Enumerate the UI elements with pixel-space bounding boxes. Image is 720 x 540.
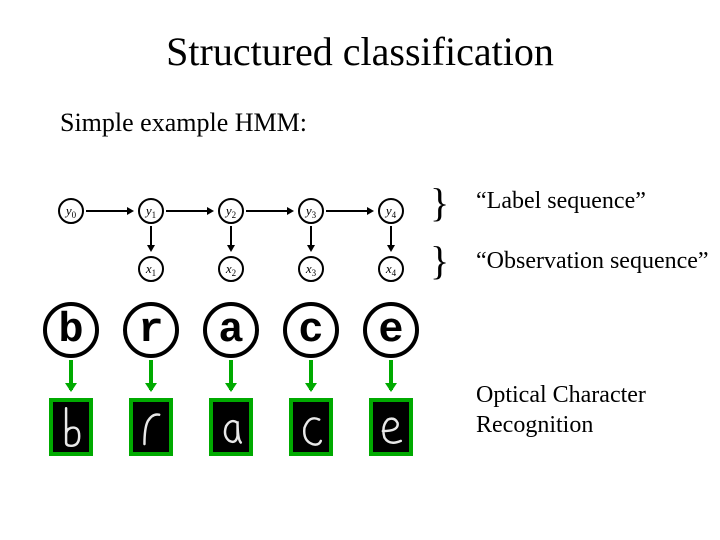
annotation-observation-sequence: “Observation sequence” [476, 248, 709, 275]
node-x4: x4 [378, 256, 404, 282]
node-y0: y0 [58, 198, 84, 224]
letter-r: r [123, 302, 179, 358]
letter-c: c [283, 302, 339, 358]
edge-y2-x2 [230, 226, 232, 250]
glyph-b [49, 398, 93, 456]
arrow-e-glyph [389, 360, 393, 390]
edge-y1-y2 [166, 210, 212, 212]
edge-y3-x3 [310, 226, 312, 250]
letter-a: a [203, 302, 259, 358]
caption-ocr: Optical Character Recognition [476, 380, 646, 440]
edge-y1-x1 [150, 226, 152, 250]
caption-ocr-line1: Optical Character [476, 380, 646, 410]
edge-y2-y3 [246, 210, 292, 212]
letter-e: e [363, 302, 419, 358]
edge-y0-y1 [86, 210, 132, 212]
brace-obs: } [430, 246, 449, 276]
page-title: Structured classification [0, 28, 720, 75]
arrow-a-glyph [229, 360, 233, 390]
glyph-r [129, 398, 173, 456]
edge-y4-x4 [390, 226, 392, 250]
node-y1: y1 [138, 198, 164, 224]
node-x1: x1 [138, 256, 164, 282]
edge-y3-y4 [326, 210, 372, 212]
arrow-c-glyph [309, 360, 313, 390]
node-y4: y4 [378, 198, 404, 224]
node-y2: y2 [218, 198, 244, 224]
glyph-e [369, 398, 413, 456]
node-y3: y3 [298, 198, 324, 224]
subtitle: Simple example HMM: [60, 108, 307, 138]
glyph-a [209, 398, 253, 456]
caption-ocr-line2: Recognition [476, 410, 646, 440]
annotation-label-sequence: “Label sequence” [476, 188, 646, 215]
arrow-r-glyph [149, 360, 153, 390]
node-x2: x2 [218, 256, 244, 282]
arrow-b-glyph [69, 360, 73, 390]
node-x3: x3 [298, 256, 324, 282]
brace-label: } [430, 188, 449, 218]
glyph-c [289, 398, 333, 456]
letter-b: b [43, 302, 99, 358]
hmm-diagram: y0 y1 y2 y3 y4 x1 x2 x3 x4 b r a c e [58, 164, 458, 444]
